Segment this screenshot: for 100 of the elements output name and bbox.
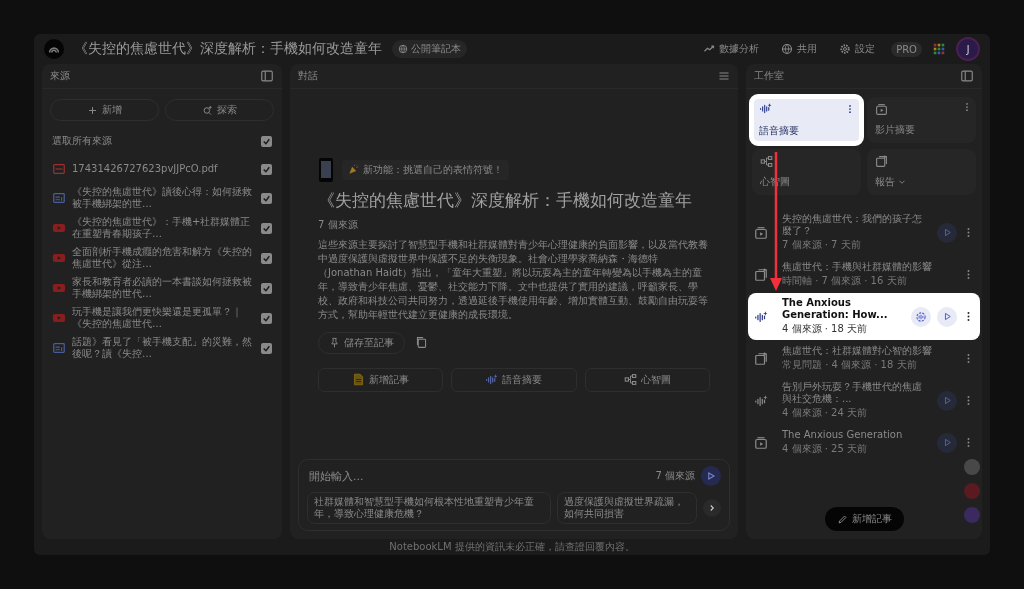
avatar[interactable]: J bbox=[956, 37, 980, 61]
studio-output-item[interactable]: 焦慮世代：社群媒體對心智的影響 常見問題 · 4 個來源 · 18 天前 bbox=[748, 341, 980, 376]
video-icon bbox=[52, 221, 66, 235]
output-title: 焦慮世代：手機與社群媒體的影響 bbox=[782, 261, 933, 273]
output-meta: 時間軸 · 7 個來源 · 16 天前 bbox=[782, 274, 908, 288]
studio-output-item[interactable]: 告別戶外玩耍？手機世代的焦慮與社交危機：... 4 個來源 · 24 天前 bbox=[748, 377, 980, 424]
source-title[interactable]: 《失控的焦慮世代》讀後心得：如何拯救被手機綁架的世… bbox=[72, 186, 255, 210]
globe-icon bbox=[781, 43, 794, 55]
checkbox[interactable] bbox=[261, 192, 272, 204]
notebook-heading: 《失控的焦慮世代》深度解析：手機如何改造童年 bbox=[318, 188, 693, 212]
mindmap-icon bbox=[623, 373, 637, 386]
suggestion-chip[interactable]: 過度保護與虛擬世界疏漏，如何共同損害 bbox=[557, 492, 697, 524]
output-title: 告別戶外玩耍？手機世代的焦慮與社交危機：... bbox=[782, 381, 923, 405]
input-source-count: 7 個來源 bbox=[655, 469, 695, 483]
chat-action-button[interactable]: 語音摘要 bbox=[451, 367, 577, 392]
interactive-icon bbox=[915, 310, 927, 323]
panel-toggle-icon[interactable] bbox=[260, 69, 274, 83]
studio-output-item[interactable]: 焦慮世代：手機與社群媒體的影響 時間軸 · 7 個來源 · 16 天前 bbox=[748, 257, 980, 292]
logo-icon[interactable] bbox=[44, 39, 64, 59]
pencil-icon bbox=[836, 513, 848, 525]
studio-output-item[interactable]: The Anxious Generation 4 個來源 · 25 天前 bbox=[748, 425, 980, 460]
summary-paragraph: 這些來源主要探討了智慧型手機和社群媒體對青少年心理健康的負面影響，以及當代教養中過度保護與虛擬世界中保護不足的失衡現象。社會心理學家喬納森・海德特（Jonathan Haidt）指出，「童年大重塑」將以玩耍為主的童年轉變為以手機為主的童年，導致青少年焦慮、憂鬱、社交能力下降。文中也提供了實用的建議，呼籲家長、學校、政府和科技公司共同努力，透過延後手機使用年齡、增加實體互動、鼓勵自由玩耍等方式，幫助年輕世代建立更健康的成長環境。 bbox=[318, 237, 709, 322]
report-icon bbox=[875, 155, 888, 168]
source-title[interactable]: 玩手機是讓我們更快樂還是更孤單？｜《失控的焦慮世代… bbox=[72, 306, 255, 330]
checkbox[interactable] bbox=[261, 222, 272, 234]
waveform-icon bbox=[754, 309, 768, 324]
play-button[interactable] bbox=[937, 306, 957, 327]
interactive-mode-button[interactable] bbox=[911, 306, 931, 327]
output-title: 失控的焦慮世代：我們的孩子怎麼了？ bbox=[782, 213, 923, 237]
settings-icon bbox=[839, 43, 852, 55]
checkbox[interactable] bbox=[261, 252, 272, 264]
waveform-icon bbox=[754, 393, 768, 408]
video-icon bbox=[52, 281, 66, 295]
play-button[interactable] bbox=[937, 432, 957, 453]
chat-action-button[interactable]: 新增記事 bbox=[318, 367, 444, 392]
video-icon bbox=[52, 311, 66, 325]
document-icon bbox=[52, 191, 66, 205]
note-icon bbox=[352, 373, 366, 386]
waveform-icon bbox=[759, 102, 772, 115]
waveform-icon bbox=[485, 373, 499, 386]
video-icon bbox=[52, 251, 66, 265]
panel-toggle-icon[interactable] bbox=[960, 69, 974, 83]
send-button[interactable] bbox=[701, 466, 721, 486]
studio-tile[interactable]: 影片摘要 bbox=[867, 97, 976, 143]
announcement-chip[interactable]: 新功能：挑選自己的表情符號！ bbox=[342, 159, 509, 180]
source-title[interactable]: 17431426727623pvJJPcO.pdf bbox=[72, 163, 255, 175]
video-icon bbox=[754, 225, 768, 240]
studio-output-item[interactable]: 失控的焦慮世代：我們的孩子怎麼了？ 7 個來源 · 7 天前 bbox=[748, 209, 980, 256]
mindmap-icon bbox=[760, 155, 773, 168]
checkbox[interactable] bbox=[261, 342, 272, 354]
disclaimer-text: NotebookLM 提供的資訊未必正確，請查證回覆內容。 bbox=[388, 540, 636, 554]
header-action[interactable]: 共用 bbox=[775, 39, 824, 59]
report-icon bbox=[754, 267, 768, 282]
copy-icon[interactable] bbox=[415, 336, 428, 349]
plus-icon bbox=[87, 104, 98, 116]
globe-icon bbox=[398, 44, 408, 54]
header-action[interactable]: 設定 bbox=[833, 39, 882, 59]
header-action[interactable]: 數據分析 bbox=[697, 39, 766, 59]
source-title[interactable]: 話題》看見了「被手機支配」的災難，然後呢？讀《失控… bbox=[72, 336, 255, 360]
video-icon bbox=[875, 103, 888, 116]
add-note-button[interactable]: 新增記事 bbox=[824, 507, 904, 531]
document-icon bbox=[52, 341, 66, 355]
output-meta: 常見問題 · 4 個來源 · 18 天前 bbox=[782, 358, 918, 372]
suggestion-chip[interactable]: 社群媒體和智慧型手機如何根本性地重塑青少年童年，導致心理健康危機？ bbox=[307, 492, 552, 524]
report-icon bbox=[754, 351, 768, 366]
menu-icon[interactable] bbox=[718, 70, 730, 82]
output-title: The Anxious Generation bbox=[782, 429, 904, 441]
chat-action-button[interactable]: 心智圖 bbox=[584, 367, 710, 392]
studio-tile[interactable]: 語音摘要 bbox=[749, 94, 864, 146]
checkbox[interactable] bbox=[261, 312, 272, 324]
source-count: 7 個來源 bbox=[318, 217, 359, 232]
search-icon bbox=[202, 104, 213, 116]
studio-tile[interactable]: 報告 bbox=[867, 149, 976, 195]
play-button[interactable] bbox=[937, 390, 957, 411]
notebook-title: 《失控的焦慮世代》深度解析：手機如何改造童年 bbox=[74, 40, 382, 58]
play-button[interactable] bbox=[937, 222, 957, 243]
apps-icon[interactable] bbox=[932, 42, 946, 56]
panel-title: 來源 bbox=[50, 69, 70, 83]
plan-badge: PRO bbox=[891, 41, 922, 57]
source-title[interactable]: 《失控的焦慮世代》：手機+社群媒體正在重塑青春期孩子… bbox=[72, 216, 255, 240]
checkbox[interactable] bbox=[261, 282, 272, 294]
output-meta: 4 個來源 · 25 天前 bbox=[782, 442, 868, 456]
output-meta: 4 個來源 · 18 天前 bbox=[782, 322, 868, 336]
panel-title: 工作室 bbox=[754, 69, 784, 83]
party-icon bbox=[348, 164, 359, 175]
checkbox[interactable] bbox=[261, 163, 272, 175]
phone-icon bbox=[318, 156, 334, 183]
output-meta: 4 個來源 · 24 天前 bbox=[782, 406, 868, 420]
pin-icon bbox=[329, 337, 340, 348]
studio-output-item[interactable]: The Anxious Generation: How... 4 個來源 · 18 天前 bbox=[748, 293, 980, 340]
output-title: 焦慮世代：社群媒體對心智的影響 bbox=[782, 345, 933, 357]
output-title: The Anxious Generation: How... bbox=[782, 297, 889, 321]
video-icon bbox=[754, 435, 768, 450]
chat-input[interactable]: 開始輸入... bbox=[307, 468, 650, 484]
send-icon bbox=[705, 470, 717, 482]
output-meta: 7 個來源 · 7 天前 bbox=[782, 238, 862, 252]
panel-title: 對話 bbox=[298, 69, 318, 83]
checkbox[interactable] bbox=[261, 135, 272, 147]
source-title[interactable]: 全面剖析手機成癮的危害和解方《失控的焦慮世代》從注… bbox=[72, 246, 255, 270]
next-button[interactable] bbox=[703, 499, 721, 517]
